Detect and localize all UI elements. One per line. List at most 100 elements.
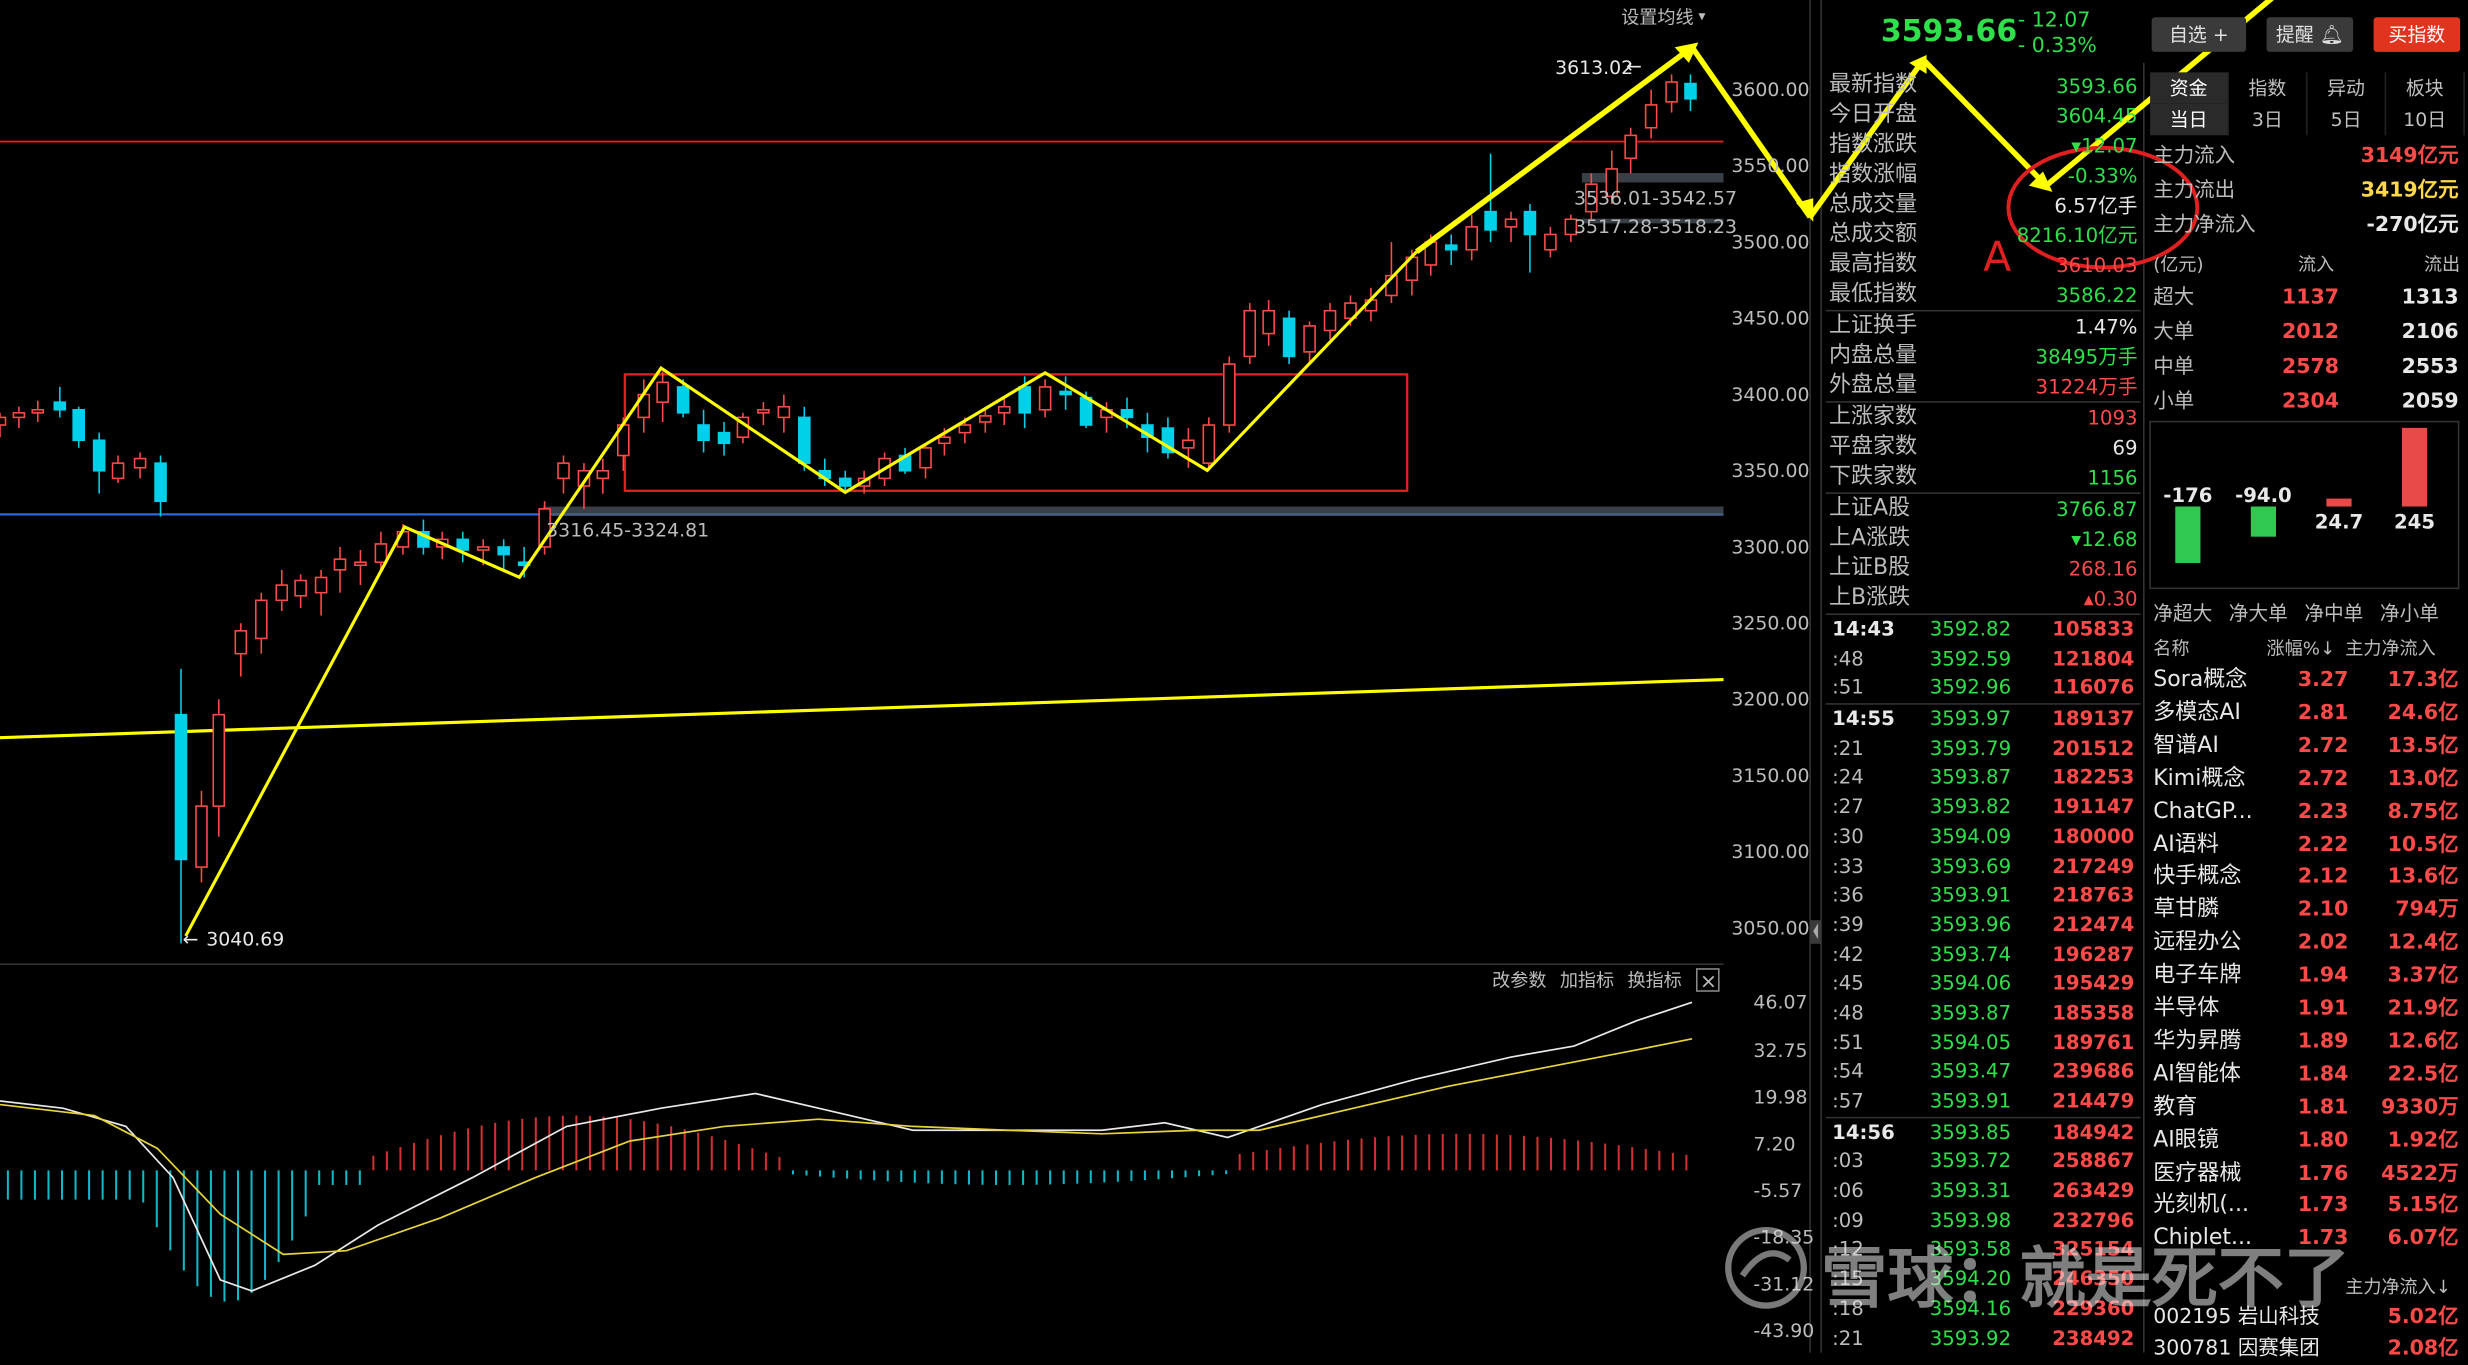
tick-volume: 180000 (2052, 823, 2135, 848)
sector-flow: 3.37亿 (2387, 964, 2459, 988)
tick-price: 3593.91 (1929, 1088, 2012, 1113)
candle (898, 447, 912, 474)
tick-row[interactable]: :21 3593.92 238492 (1826, 1324, 2141, 1353)
tick-time: 14:56 (1832, 1119, 1895, 1144)
sector-row[interactable]: 草甘膦 2.10 794万 (2150, 894, 2462, 927)
sector-row[interactable]: 电子车牌 1.94 3.37亿 (2150, 960, 2462, 993)
tick-row[interactable]: :39 3593.96 212474 (1826, 911, 2141, 940)
y-axis-label: 3200.00 (1731, 689, 1809, 711)
tab-3[interactable]: 板块 (2386, 72, 2465, 104)
candle (757, 402, 770, 426)
sector-row[interactable]: 智谱AI 2.72 13.5亿 (2150, 730, 2462, 763)
param-button: 改参数 (1492, 970, 1546, 991)
tick-price: 3594.09 (1929, 823, 2012, 848)
tick-row[interactable]: 14:55 3593.97 189137 (1825, 703, 2141, 734)
sector-pct: 1.84 (2297, 1063, 2349, 1087)
sector-row[interactable]: Sora概念 3.27 17.3亿 (2150, 664, 2462, 697)
tick-row[interactable]: :48 3592.59 121804 (1826, 644, 2141, 673)
tick-row[interactable]: :51 3594.05 189761 (1826, 1028, 2141, 1057)
tick-row[interactable]: :27 3593.82 191147 (1826, 793, 2141, 822)
tick-row[interactable]: :42 3593.74 196287 (1826, 940, 2141, 969)
tick-time: :03 (1832, 1148, 1864, 1173)
sector-row[interactable]: 华为昇腾 1.89 12.6亿 (2150, 1025, 2462, 1058)
tick-row[interactable]: :57 3593.91 214479 (1826, 1087, 2141, 1116)
tab-2[interactable]: 异动 (2307, 72, 2387, 104)
period-tab-1[interactable]: 3日 (2229, 103, 2308, 136)
tab-1[interactable]: 指数 (2229, 72, 2308, 104)
sector-header-pct[interactable]: 涨幅%↓ (2267, 635, 2336, 660)
candle (254, 592, 268, 654)
indicator-y-label: -5.57 (1753, 1180, 1802, 1202)
tick-row[interactable]: 14:43 3592.82 105833 (1825, 613, 2141, 644)
candle (997, 397, 1011, 426)
sector-name: 医疗器械 (2153, 1160, 2242, 1186)
sector-name: 光刻机(... (2153, 1192, 2249, 1219)
tick-row[interactable]: :36 3593.91 218763 (1826, 881, 2141, 910)
candle (736, 412, 750, 444)
sector-header-flow[interactable]: 主力净流入 (2345, 635, 2436, 660)
add-watchlist-button[interactable]: 自选 + (2151, 17, 2247, 52)
sector-row[interactable]: 教育 1.81 9330万 (2150, 1091, 2462, 1124)
stat-value: 3610.03 (2056, 253, 2138, 277)
stat-row: 平盘家数 69 (1826, 433, 2141, 463)
sector-row[interactable]: AI语料 2.22 10.5亿 (2150, 828, 2462, 861)
tick-row[interactable]: :03 3593.72 258867 (1826, 1147, 2141, 1176)
sector-row[interactable]: AI智能体 1.84 22.5亿 (2150, 1058, 2462, 1091)
tick-price: 3594.05 (1929, 1029, 2012, 1054)
stat-value: -0.33% (2067, 163, 2138, 188)
candle (1323, 303, 1337, 340)
sector-row[interactable]: 光刻机(... 1.73 5.15亿 (2150, 1190, 2462, 1223)
svg-text:←: ← (183, 928, 199, 950)
indicator-y-label: 46.07 (1753, 991, 1807, 1013)
switch-indicator-button: 换指标 (1628, 970, 1682, 991)
tick-row[interactable]: :33 3593.69 217249 (1826, 852, 2141, 881)
candle (1038, 379, 1052, 418)
tick-row[interactable]: :45 3594.06 195429 (1826, 969, 2141, 998)
sector-flow: 5.15亿 (2387, 1194, 2459, 1219)
stat-value: 69 (2112, 435, 2138, 460)
period-tab-3[interactable]: 10日 (2386, 103, 2465, 136)
low-marker-label: 3040.69 (206, 928, 284, 950)
period-tab-2[interactable]: 5日 (2307, 103, 2387, 136)
sector-row[interactable]: 多模态AI 2.81 24.6亿 (2150, 697, 2462, 730)
tick-row[interactable]: :30 3594.09 180000 (1826, 822, 2141, 851)
tick-row[interactable]: :51 3592.96 116076 (1826, 674, 2141, 703)
stock-name: 300781 因赛集团 (2153, 1337, 2320, 1361)
alert-button[interactable]: 提醒 🔔︎ (2266, 17, 2354, 52)
sector-row[interactable]: Kimi概念 2.72 13.0亿 (2150, 762, 2462, 795)
tick-price: 3592.96 (1929, 675, 2012, 700)
sector-row[interactable]: 半导体 1.91 21.9亿 (2150, 993, 2462, 1026)
sector-row[interactable]: ChatGP... 2.23 8.75亿 (2150, 795, 2462, 828)
tick-row[interactable]: :21 3593.79 201512 (1826, 734, 2141, 763)
macd-histogram (6, 1115, 1688, 1302)
sector-row[interactable]: 远程办公 2.02 12.4亿 (2150, 927, 2462, 960)
sector-flow: 24.6亿 (2387, 701, 2459, 725)
tick-row[interactable]: :54 3593.47 239686 (1826, 1058, 2141, 1087)
tick-price: 3593.79 (1929, 735, 2012, 760)
sector-row[interactable]: 医疗器械 1.76 4522万 (2150, 1157, 2462, 1190)
buy-index-button[interactable]: 买指数 (2373, 17, 2461, 52)
tick-row[interactable]: :24 3593.87 182253 (1826, 764, 2141, 793)
tick-price: 3593.82 (1929, 794, 2012, 819)
flow-row: 主力净流入 -270亿元 (2150, 209, 2462, 242)
size-out: 2553 (2401, 355, 2459, 380)
sector-name: Kimi概念 (2153, 765, 2246, 791)
sector-flow: 794万 (2395, 898, 2459, 923)
net-flow-value: -94.0 (2235, 484, 2292, 507)
sector-row[interactable]: 快手概念 2.12 13.6亿 (2150, 861, 2462, 894)
period-tab-0[interactable]: 当日 (2150, 103, 2229, 136)
tick-volume: 184942 (2052, 1119, 2135, 1144)
sector-row[interactable]: AI眼镜 1.80 1.92亿 (2150, 1124, 2462, 1157)
tick-row[interactable]: 14:56 3593.85 184942 (1825, 1116, 2141, 1147)
tick-row[interactable]: :48 3593.87 185358 (1826, 999, 2141, 1028)
stat-value: 268.16 (2068, 556, 2138, 581)
plus-icon: + (2212, 23, 2229, 46)
tick-row[interactable]: :06 3593.31 263429 (1826, 1177, 2141, 1206)
macd-dif-line (0, 1001, 1693, 1292)
tick-time: :27 (1832, 794, 1864, 819)
tab-0[interactable]: 资金 (2150, 72, 2229, 104)
candle (1624, 127, 1637, 174)
tick-time: :51 (1832, 1029, 1864, 1054)
tick-time: :48 (1832, 646, 1864, 670)
stock-row[interactable]: 300781 因赛集团 2.08亿 (2150, 1332, 2462, 1365)
